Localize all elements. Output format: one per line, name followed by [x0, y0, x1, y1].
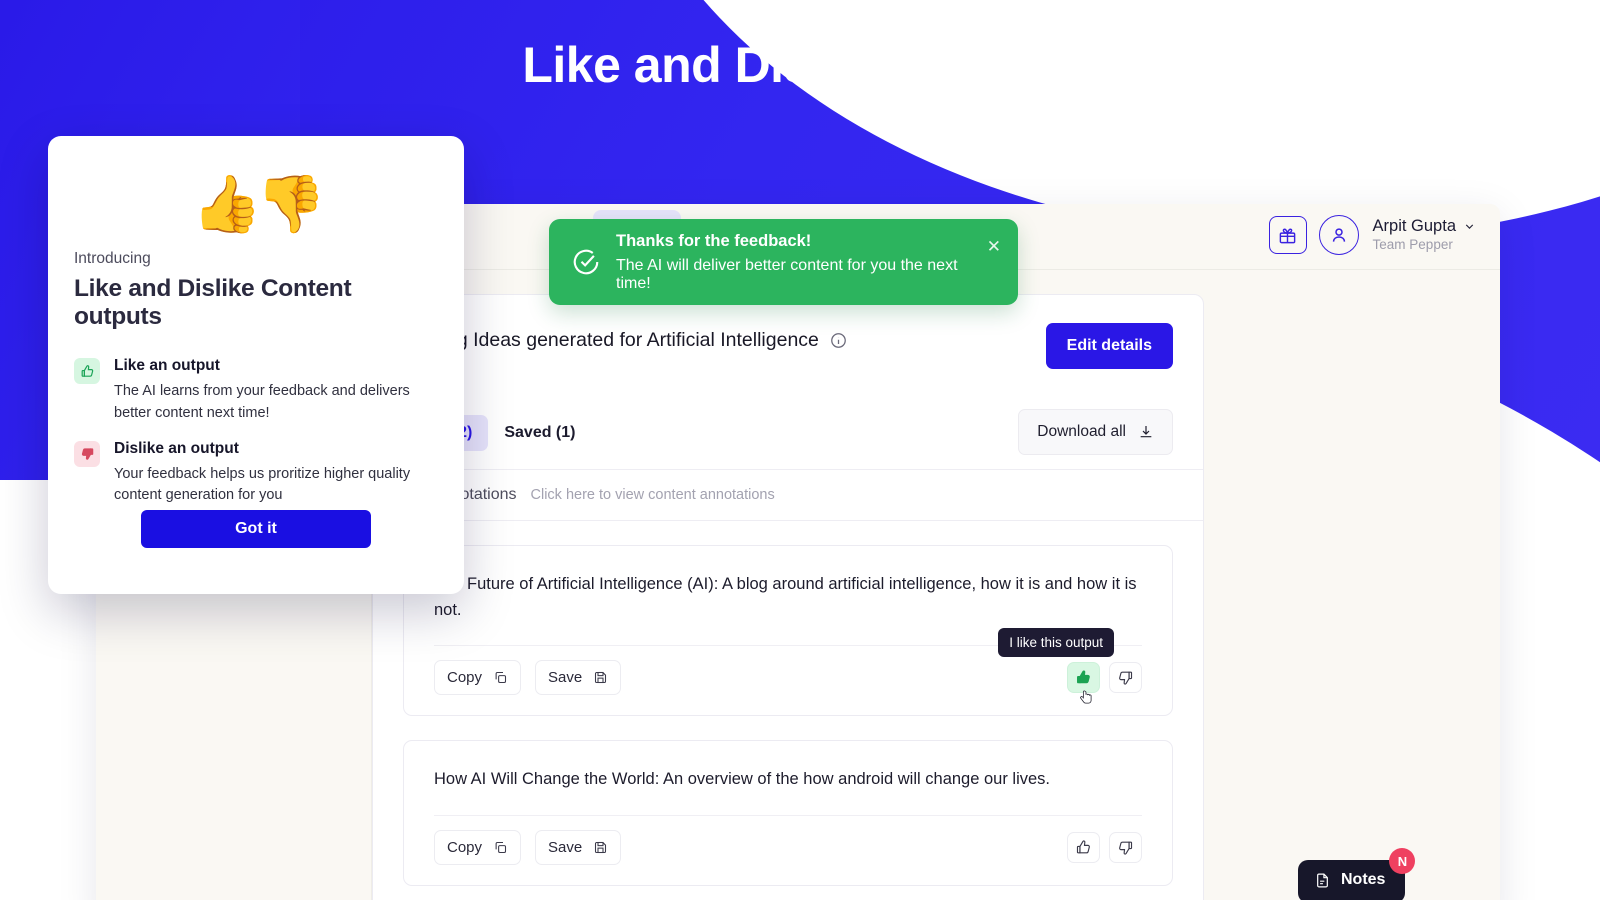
thumbs-up-icon — [74, 358, 100, 384]
save-label: Save — [548, 838, 583, 856]
feedback-toast: Thanks for the feedback! The AI will del… — [549, 219, 1018, 305]
toast-title: Thanks for the feedback! — [616, 231, 812, 250]
copy-label: Copy — [447, 838, 483, 856]
user-menu[interactable]: Arpit Gupta Team Pepper — [1373, 216, 1476, 255]
notes-label: Notes — [1341, 871, 1386, 888]
dislike-button[interactable] — [1109, 831, 1142, 863]
annotations-hint: Click here to view content annotations — [530, 487, 775, 503]
panel-header: 11 Blog Ideas generated for Artificial I… — [373, 295, 1203, 405]
thumbs-down-icon — [74, 440, 100, 467]
feature-text-dislike: Dislike an output Your feedback helps us… — [114, 440, 414, 508]
output-actions: Copy Save — [434, 829, 1142, 865]
thumbs-down-icon — [1119, 841, 1133, 855]
save-button[interactable]: Save — [535, 829, 622, 865]
page-title: Like and Dislike Ouputs — [522, 37, 1078, 93]
toast-text: Thanks for the feedback! The AI will del… — [616, 232, 996, 293]
modal-title: Like and Dislike Content outputs — [74, 275, 352, 330]
gift-icon — [1279, 228, 1296, 243]
download-icon — [1140, 426, 1152, 438]
screen-root: Like and Dislike Ouputs Arpit Gupta Team… — [0, 0, 1600, 900]
panel-tabs: All (32) Saved (1) Download all — [373, 405, 1203, 461]
copy-icon — [495, 672, 507, 684]
tab-saved[interactable]: Saved (1) — [488, 415, 591, 451]
edit-details-button[interactable]: Edit details — [1045, 323, 1173, 369]
copy-icon — [495, 841, 507, 853]
output-card: The Future of Artificial Intelligence (A… — [403, 545, 1173, 717]
thumbs-down-icon — [1119, 671, 1133, 685]
feature-text-like: Like an output The AI learns from your f… — [114, 357, 414, 425]
user-name-row: Arpit Gupta — [1373, 216, 1476, 237]
panel-title-row: 11 Blog Ideas generated for Artificial I… — [403, 329, 847, 352]
feature-row-like: Like an output The AI learns from your f… — [74, 357, 438, 425]
gift-button[interactable] — [1268, 216, 1307, 254]
download-all-button[interactable]: Download all — [1018, 409, 1173, 455]
feature-desc: Your feedback helps us proritize higher … — [114, 465, 411, 504]
content-panel: 11 Blog Ideas generated for Artificial I… — [372, 294, 1204, 900]
feedback-group: I like this output — [998, 628, 1142, 704]
output-actions: Copy Save — [434, 628, 1142, 704]
check-circle-icon — [573, 249, 599, 275]
notes-widget[interactable]: Notes N — [1298, 848, 1416, 900]
got-it-button[interactable]: Got it — [141, 510, 371, 548]
save-disk-icon — [595, 841, 607, 853]
thumbs-up-icon — [1077, 670, 1090, 684]
close-icon[interactable]: ✕ — [987, 238, 1001, 255]
user-team: Team Pepper — [1372, 237, 1453, 253]
cursor-pointer-icon — [1080, 690, 1092, 704]
avatar[interactable] — [1318, 215, 1359, 255]
feature-row-dislike: Dislike an output Your feedback helps us… — [74, 440, 438, 508]
copy-button[interactable]: Copy — [434, 660, 522, 696]
feedback-group — [1067, 831, 1142, 863]
download-all-label: Download all — [1037, 423, 1126, 440]
thumbs-up-icon — [1076, 840, 1090, 854]
save-button[interactable]: Save — [535, 660, 622, 696]
like-button[interactable] — [1067, 831, 1100, 863]
like-tooltip: I like this output — [998, 628, 1114, 658]
copy-label: Copy — [447, 669, 483, 687]
outputs-list: The Future of Artificial Intelligence (A… — [373, 521, 1203, 886]
thumbs-emoji-illustration: 👍👎 — [192, 172, 325, 235]
feature-name: Dislike an output — [114, 439, 239, 457]
dislike-button[interactable] — [1109, 662, 1142, 694]
modal-kicker: Introducing — [74, 250, 151, 267]
card-divider — [434, 814, 1142, 816]
copy-button[interactable]: Copy — [434, 829, 522, 865]
save-disk-icon — [595, 672, 607, 684]
save-label: Save — [548, 669, 583, 687]
feature-desc: The AI learns from your feedback and del… — [114, 383, 410, 421]
toast-subtitle: The AI will deliver better content for y… — [616, 256, 958, 292]
topbar-right-group: Arpit Gupta Team Pepper — [1268, 215, 1476, 255]
output-text: The Future of Artificial Intelligence (A… — [434, 575, 1137, 619]
user-name: Arpit Gupta — [1372, 216, 1456, 235]
output-text: How AI Will Change the World: An overvie… — [434, 770, 1051, 789]
chevron-down-icon[interactable] — [1463, 220, 1476, 233]
panel-title: 11 Blog Ideas generated for Artificial I… — [403, 329, 819, 351]
document-icon — [1317, 873, 1328, 887]
info-icon[interactable] — [830, 332, 847, 349]
like-button[interactable] — [1067, 662, 1100, 704]
onboarding-modal: 👍👎 Introducing Like and Dislike Content … — [48, 136, 464, 594]
output-card: How AI Will Change the World: An overvie… — [403, 740, 1173, 886]
annotations-row[interactable]: Annotations Click here to view content a… — [373, 470, 1203, 521]
feature-name: Like an output — [114, 357, 220, 374]
user-avatar-icon — [1332, 228, 1345, 242]
